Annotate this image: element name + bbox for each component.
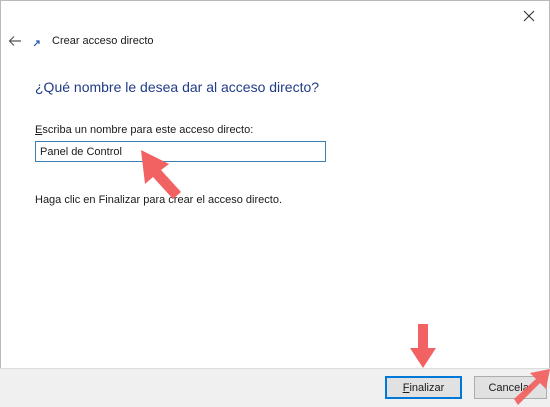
shortcut-name-input[interactable] (35, 141, 326, 162)
finish-hint-text: Haga clic en Finalizar para crear el acc… (35, 194, 283, 206)
back-arrow-icon (8, 36, 21, 46)
label-text: scriba un nombre para este acceso direct… (42, 124, 254, 136)
back-button[interactable] (5, 32, 25, 50)
close-button[interactable] (512, 4, 546, 28)
cancel-button[interactable]: Cancelar (474, 376, 547, 399)
close-icon (523, 10, 535, 22)
page-heading: ¿Qué nombre le desea dar al acceso direc… (35, 79, 320, 95)
annotation-arrow-icon (410, 324, 436, 368)
button-bar (0, 368, 550, 407)
finish-label: inalizar (409, 381, 445, 394)
window-title: Crear acceso directo (52, 35, 154, 47)
shortcut-icon (32, 38, 42, 48)
finish-mnemonic: F (402, 381, 410, 394)
finish-button[interactable]: Finalizar (385, 376, 462, 399)
shortcut-name-label: Escriba un nombre para este acceso direc… (35, 124, 253, 136)
